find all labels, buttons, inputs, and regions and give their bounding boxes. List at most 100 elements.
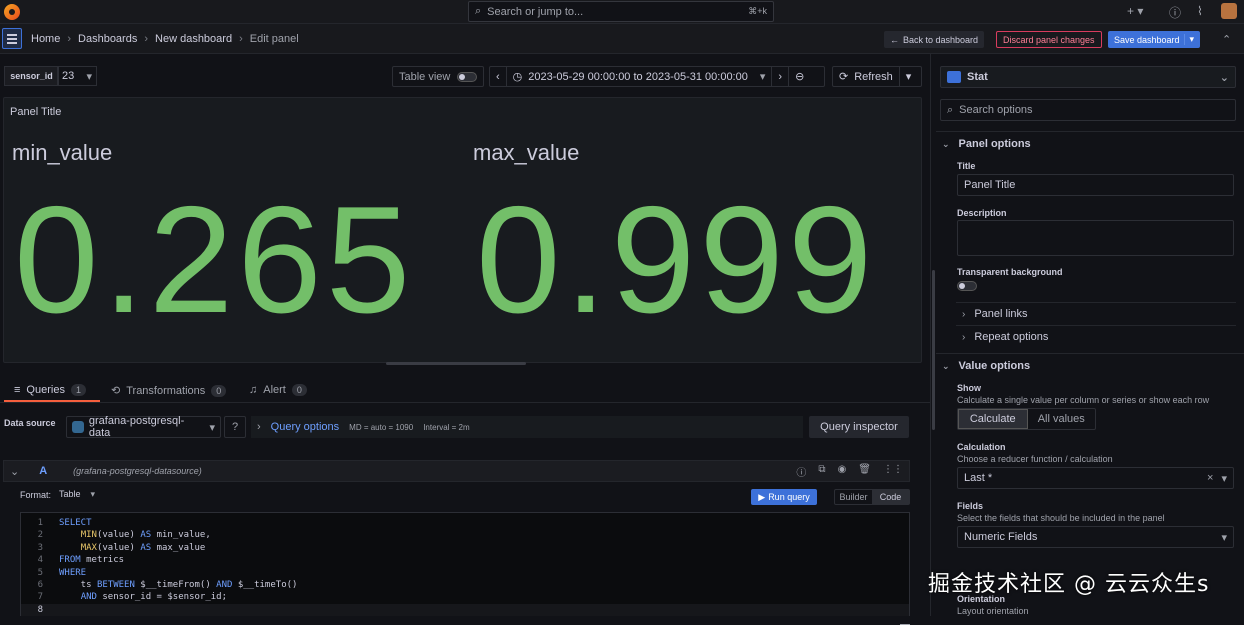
query-options-link[interactable]: Query options [271,421,339,433]
save-dashboard-button[interactable]: Save dashboard ▾ [1108,31,1200,48]
duplicate-icon[interactable]: ⧉ [818,464,825,479]
calculate-option[interactable]: Calculate [958,409,1028,429]
chevron-down-icon: ▾ [209,421,215,434]
chevron-right-icon: › [239,33,243,45]
divider [936,353,1244,354]
sql-code-editor[interactable]: 1 SELECT 2 MIN(value) AS min_value, 3 MAX… [20,512,910,617]
breadcrumb: Home › Dashboards › New dashboard › Edit… [31,33,299,45]
datasource-select[interactable]: grafana-postgresql-data ▾ [66,415,221,439]
chevron-down-icon: ▾ [1221,472,1227,485]
close-icon[interactable]: × [1207,472,1213,485]
chevron-down-icon[interactable]: ⌄ [10,465,19,478]
transformations-count: 0 [211,384,227,397]
tab-queries[interactable]: ≡ Queries 1 [14,384,86,396]
max-data-points: MD = auto = 1090 [349,422,414,432]
show-description: Calculate a single value per column or s… [957,395,1210,405]
breadcrumb-edit-panel: Edit panel [249,33,299,45]
format-row: Format: Table ▾ [20,489,95,500]
discard-changes-button[interactable]: Discard panel changes [996,31,1102,48]
query-options[interactable]: › Query options MD = auto = 1090 Interva… [251,416,803,438]
repeat-options-header[interactable]: › Repeat options [962,331,1048,343]
code-line: 5 WHERE [37,567,87,578]
value-options-header[interactable]: ⌄ Value options [942,360,1030,372]
help-icon[interactable]: ⓘ [1169,4,1181,21]
eye-icon[interactable]: ◉ [838,464,847,479]
database-icon: ≡ [14,384,21,396]
chevron-right-icon[interactable]: › [772,67,790,86]
search-icon: ⌕ [475,5,482,17]
breadcrumb-home[interactable]: Home [31,33,60,45]
chevron-up-icon[interactable]: ⌃ [1222,33,1231,46]
tab-alert[interactable]: ♫ Alert 0 [249,384,307,396]
grafana-logo-icon[interactable] [4,4,20,20]
run-query-button[interactable]: ▶ Run query [751,489,817,505]
options-pane: Stat ⌄ ⌕ Search options ⌄ Panel options … [936,54,1244,616]
drag-handle-icon[interactable]: ⋮⋮ [883,464,903,479]
panel-preview: Panel Title min_value 0.265 max_value 0.… [3,97,922,363]
panel-links-header[interactable]: › Panel links [962,308,1028,320]
menu-icon[interactable] [2,28,22,49]
chevron-down-icon[interactable]: ▾ [900,70,918,83]
chevron-down-icon[interactable]: ▾ [1184,34,1194,45]
title-label: Title [957,161,976,171]
builder-mode-button[interactable]: Builder [835,490,872,504]
trash-icon[interactable]: 🗑 [858,464,871,479]
calculation-select[interactable]: Last * × ▾ [957,467,1234,489]
format-select[interactable]: Table ▾ [59,489,95,500]
stat-value-max: 0.999 [476,175,877,345]
chevron-right-icon: › [962,308,966,320]
back-to-dashboard-button[interactable]: ← Back to dashboard [884,31,985,48]
refresh-button[interactable]: ⟳ Refresh ▾ [832,66,922,87]
search-input[interactable]: ⌕ Search or jump to... ⌘+k [468,1,774,22]
resize-handle[interactable] [386,362,526,365]
scrollbar[interactable] [932,270,935,430]
rss-icon[interactable]: ⌇ [1197,4,1203,18]
divider [956,325,1236,326]
breadcrumb-new-dashboard[interactable]: New dashboard [155,33,232,45]
active-tab-indicator [4,400,100,402]
variable-select[interactable]: 23 ▾ [57,66,97,86]
chevron-right-icon: › [962,331,966,343]
title-input[interactable]: Panel Title [957,174,1234,196]
search-icon: ⌕ [947,103,954,116]
code-line: 6 ts BETWEEN $__timeFrom() AND $__timeTo… [37,579,298,590]
panel-editor-main: sensor_id 23 ▾ Table view ‹ ◷ 2023-05-29… [0,54,930,625]
panel-options-header[interactable]: ⌄ Panel options [942,138,1031,150]
queries-count: 1 [70,384,86,396]
query-datasource-name: (grafana-postgresql-datasource) [73,466,202,476]
chevron-left-icon[interactable]: ‹ [490,67,507,86]
code-line: 1 SELECT [37,518,92,528]
description-textarea[interactable] [957,220,1234,256]
breadcrumb-dashboards[interactable]: Dashboards [78,33,137,45]
calculation-label: Calculation [957,442,1006,452]
table-view-toggle[interactable]: Table view [392,66,484,87]
nav-bar: Home › Dashboards › New dashboard › Edit… [0,24,1244,54]
avatar[interactable] [1221,3,1237,19]
fields-select[interactable]: Numeric Fields ▾ [957,526,1234,548]
query-inspector-button[interactable]: Query inspector [809,416,909,438]
plus-icon[interactable]: + ▾ [1127,4,1143,18]
play-icon: ▶ [758,491,766,502]
chevron-right-icon: › [144,33,149,45]
search-placeholder: Search or jump to... [487,5,584,18]
format-label: Format: [20,489,52,500]
help-icon[interactable]: ? [224,416,246,438]
query-ref-id[interactable]: A [39,465,47,477]
toggle-switch[interactable] [457,71,477,82]
query-row-header: ⌄ A (grafana-postgresql-datasource) ⓘ ⧉ … [3,460,910,482]
help-icon[interactable]: ⓘ [796,464,806,479]
all-values-option[interactable]: All values [1028,409,1096,429]
chevron-down-icon: ▾ [86,70,92,83]
transparent-toggle[interactable] [957,281,977,291]
time-picker[interactable]: ‹ ◷ 2023-05-29 00:00:00 to 2023-05-31 00… [489,66,825,87]
code-line: 8 [21,603,909,617]
watermark: 掘金技术社区 @ 云云众生s [928,572,1210,597]
search-options-input[interactable]: ⌕ Search options [940,99,1236,121]
visualization-picker[interactable]: Stat ⌄ [940,66,1236,88]
chevron-down-icon: ▾ [90,489,96,499]
code-mode-button[interactable]: Code [872,490,909,504]
zoom-out-icon[interactable]: ⊖ [789,67,810,86]
chevron-down-icon: ⌄ [1219,71,1229,84]
time-range-picker[interactable]: ◷ 2023-05-29 00:00:00 to 2023-05-31 00:0… [507,67,773,86]
tab-transformations[interactable]: ⟲ Transformations 0 [111,384,227,397]
